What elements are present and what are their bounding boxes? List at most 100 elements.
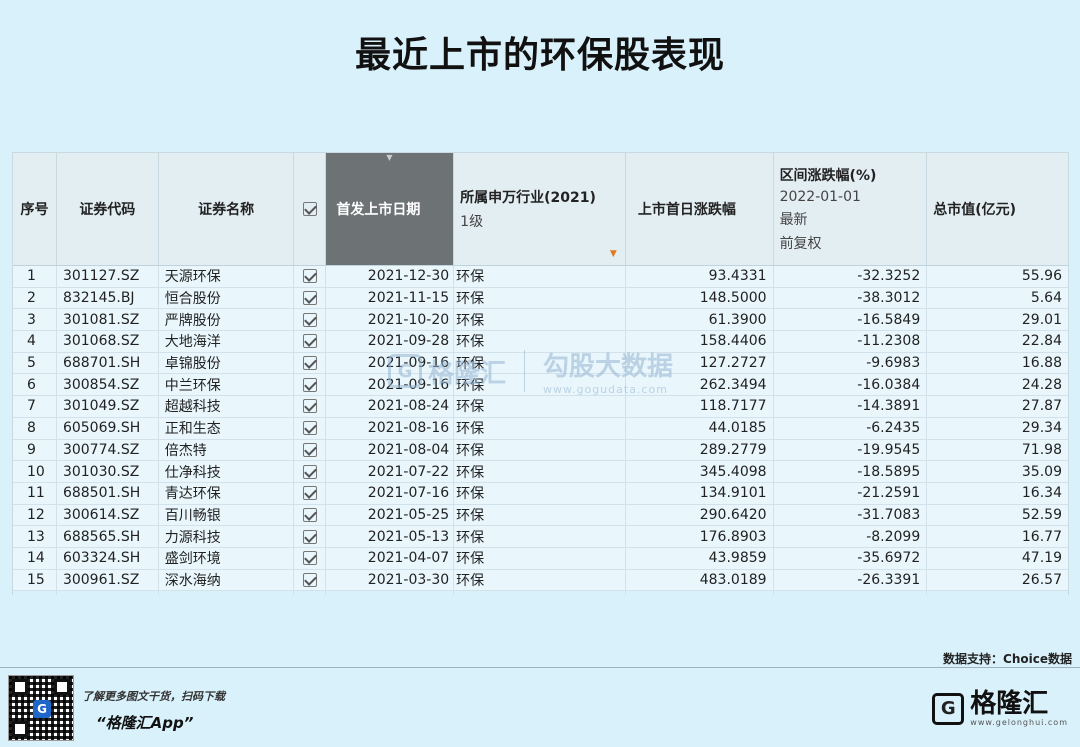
filter-icon[interactable]: ▼ <box>610 249 617 259</box>
cell-market-cap: 5.64 <box>1030 290 1062 307</box>
sort-indicator-icon: ▼ <box>386 153 393 162</box>
cell-first-day: 158.4406 <box>626 331 774 352</box>
checkbox-icon[interactable] <box>302 572 317 587</box>
cell-checkbox[interactable] <box>294 482 327 504</box>
cell-name: 天源环保 <box>159 266 295 287</box>
cell-checkbox[interactable] <box>294 309 327 331</box>
cell-code: 301127.SZ <box>57 266 159 287</box>
checkbox-icon[interactable] <box>302 421 317 436</box>
header-market-cap[interactable]: 总市值(亿元) <box>927 153 1068 265</box>
checkbox-icon[interactable] <box>302 442 317 457</box>
table-row[interactable]: 6 300854.SZ 中兰环保 2021-09-16 环保 262.3494 -16.03… <box>13 374 1068 397</box>
header-seq[interactable]: 序号 <box>13 153 57 265</box>
cell-market-cap: 16.88 <box>1021 355 1062 372</box>
cell-market-cap: 29.34 <box>1021 420 1062 437</box>
cell-code: 300854.SZ <box>57 374 159 396</box>
table-row[interactable]: 12 300614.SZ 百川畅银 2021-05-25 环保 290.6420 -31.7… <box>13 504 1068 527</box>
cell-industry: 环保 <box>454 331 626 352</box>
table-row[interactable]: 8 605069.SH 正和生态 2021-08-16 环保 44.0185 -6.2435… <box>13 417 1068 440</box>
cell-checkbox[interactable] <box>294 439 327 461</box>
cell-checkbox[interactable] <box>294 266 327 287</box>
checkbox-icon[interactable] <box>302 377 317 392</box>
table-row[interactable]: 9 300774.SZ 倍杰特 2021-08-04 环保 289.2779 -19.954… <box>13 439 1068 462</box>
table-row[interactable]: 14 603324.SH 盛剑环境 2021-04-07 环保 43.9859 -35.69… <box>13 547 1068 570</box>
header-first-day[interactable]: 上市首日涨跌幅 <box>626 153 774 265</box>
cell-first-day: 93.4331 <box>626 266 774 287</box>
cell-first-day: 43.9859 <box>626 547 774 569</box>
checkbox-icon[interactable] <box>302 269 317 284</box>
checkbox-icon[interactable] <box>302 334 317 349</box>
cell-industry: 环保 <box>454 461 626 482</box>
cell-checkbox[interactable] <box>294 287 327 309</box>
header-industry[interactable]: 所属申万行业(2021) 1级 ▼ <box>454 153 626 265</box>
cell-range-change: -14.3891 <box>774 396 928 417</box>
cell-market-cap: 55.96 <box>1021 268 1062 285</box>
cell-market-cap: 47.19 <box>1021 550 1062 567</box>
cell-checkbox[interactable] <box>294 504 327 526</box>
table-row[interactable]: 1 301127.SZ 天源环保 2021-12-30 环保 93.4331 -32.325… <box>13 266 1068 288</box>
cell-checkbox[interactable] <box>294 417 327 439</box>
cell-first-day: 134.9101 <box>626 482 774 504</box>
cell-name: 卓锦股份 <box>159 352 295 374</box>
table-row[interactable]: 5 688701.SH 卓锦股份 2021-09-16 环保 127.2727 -9.698… <box>13 352 1068 375</box>
header-range-latest: 最新 <box>779 212 808 228</box>
cell-range-change: -26.3391 <box>774 569 928 591</box>
header-select-all[interactable] <box>294 153 327 265</box>
checkbox-icon[interactable] <box>302 291 317 306</box>
cell-industry: 环保 <box>454 396 626 417</box>
cell-ipo-date: 2021-08-24 <box>326 396 455 417</box>
cell-code: 605069.SH <box>57 417 159 439</box>
cell-industry: 环保 <box>454 266 626 287</box>
header-ipo-date[interactable]: ▼ 首发上市日期 <box>326 153 455 265</box>
table-row[interactable]: 2 832145.BJ 恒合股份 2021-11-15 环保 148.5000 -38.30… <box>13 287 1068 310</box>
cell-code: 688501.SH <box>57 482 159 504</box>
header-range-change[interactable]: 区间涨跌幅(%) 2022-01-01 最新 前复权 <box>774 153 928 265</box>
table-row[interactable]: 13 688565.SH 力源科技 2021-05-13 环保 176.8903 -8.20… <box>13 526 1068 548</box>
cell-first-day: 289.2779 <box>626 439 774 461</box>
qr-corner <box>12 721 28 737</box>
cell-name: 正和生态 <box>159 417 295 439</box>
table-row[interactable]: 3 301081.SZ 严牌股份 2021-10-20 环保 61.3900 -16.584… <box>13 309 1068 332</box>
checkbox-icon[interactable] <box>302 507 317 522</box>
cell-checkbox[interactable] <box>294 526 327 547</box>
header-code[interactable]: 证券代码 <box>57 153 159 265</box>
cell-industry: 环保 <box>454 526 626 547</box>
checkbox-icon[interactable] <box>302 486 317 501</box>
qr-code[interactable]: G <box>8 675 74 741</box>
checkbox-icon[interactable] <box>302 312 317 327</box>
cell-industry: 环保 <box>454 352 626 374</box>
cell-ipo-date: 2021-09-28 <box>326 331 455 352</box>
cell-checkbox[interactable] <box>294 461 327 482</box>
table-header: 序号 证券代码 证券名称 ▼ 首发上市日期 所属申万行业(2021) 1级 ▼ … <box>13 152 1068 266</box>
checkbox-icon[interactable] <box>302 529 317 544</box>
cell-seq: 8 <box>13 417 57 439</box>
cell-seq: 4 <box>13 331 57 352</box>
checkbox-icon[interactable] <box>302 464 317 479</box>
checkbox-icon[interactable] <box>302 202 317 216</box>
table-row[interactable]: 15 300961.SZ 深水海纳 2021-03-30 环保 483.0189 -26.3… <box>13 569 1068 592</box>
cell-name: 仕净科技 <box>159 461 295 482</box>
cell-code: 300961.SZ <box>57 569 159 591</box>
checkbox-icon[interactable] <box>302 551 317 566</box>
table-row[interactable]: 7 301049.SZ 超越科技 2021-08-24 环保 118.7177 -14.38… <box>13 396 1068 418</box>
checkbox-icon[interactable] <box>302 356 317 371</box>
cell-checkbox[interactable] <box>294 331 327 352</box>
cell-name: 大地海洋 <box>159 331 295 352</box>
cell-checkbox[interactable] <box>294 352 327 374</box>
cell-checkbox[interactable] <box>294 547 327 569</box>
cell-first-day: 148.5000 <box>626 287 774 309</box>
data-table: 序号 证券代码 证券名称 ▼ 首发上市日期 所属申万行业(2021) 1级 ▼ … <box>12 152 1069 596</box>
checkbox-icon[interactable] <box>302 399 317 414</box>
header-range-date: 2022-01-01 <box>779 189 861 205</box>
header-name[interactable]: 证券名称 <box>159 153 295 265</box>
table-row[interactable]: 10 301030.SZ 仕净科技 2021-07-22 环保 345.4098 -18.5… <box>13 461 1068 483</box>
cell-checkbox[interactable] <box>294 569 327 591</box>
header-ipo-date-label: 首发上市日期 <box>336 202 421 218</box>
table-row[interactable]: 4 301068.SZ 大地海洋 2021-09-28 环保 158.4406 -11.23… <box>13 331 1068 353</box>
table-row[interactable]: 11 688501.SH 青达环保 2021-07-16 环保 134.9101 -21.2… <box>13 482 1068 505</box>
cell-checkbox[interactable] <box>294 396 327 417</box>
brand-logo: G 格隆汇 www.gelonghui.com <box>932 690 1068 727</box>
cell-name: 恒合股份 <box>159 287 295 309</box>
cell-ipo-date: 2021-05-13 <box>326 526 455 547</box>
cell-checkbox[interactable] <box>294 374 327 396</box>
